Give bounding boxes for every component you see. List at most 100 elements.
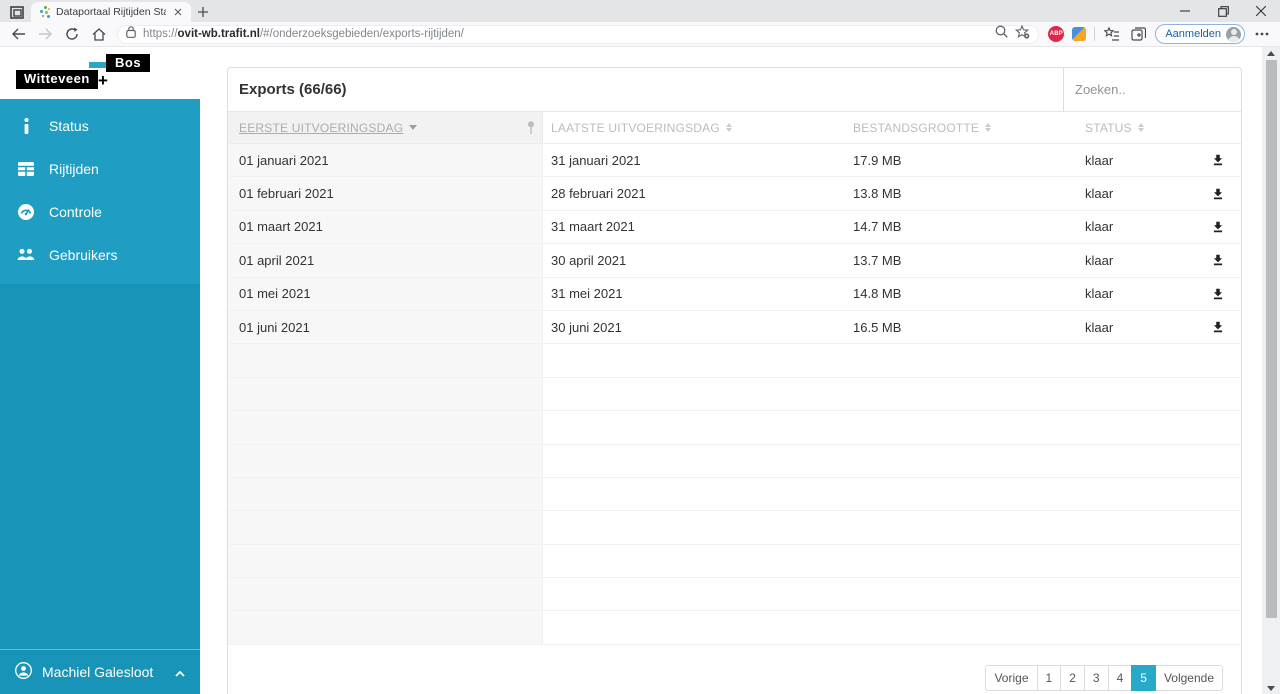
- empty-table-row: [228, 545, 1241, 578]
- users-icon: [17, 248, 35, 261]
- empty-table-row: [228, 378, 1241, 411]
- sidebar-item-label: Controle: [49, 204, 102, 220]
- empty-table-row: [228, 578, 1241, 611]
- cell-laatste: 30 juni 2021: [543, 311, 845, 343]
- scrollbar-down-icon[interactable]: [1262, 682, 1280, 694]
- url-text: https://ovit-wb.trafit.nl/#/onderzoeksge…: [143, 28, 988, 40]
- pin-icon[interactable]: [527, 121, 535, 138]
- pagination-page-1[interactable]: 1: [1037, 665, 1062, 691]
- sort-both-icon: [1138, 123, 1144, 132]
- cell-grootte: 17.9 MB: [845, 144, 1075, 176]
- tab-actions-menu-icon[interactable]: [5, 2, 29, 22]
- window-close-button[interactable]: [1242, 0, 1280, 22]
- settings-more-icon[interactable]: [1253, 25, 1271, 43]
- sidebar-user-menu[interactable]: Machiel Galesloot: [0, 649, 200, 694]
- cell-eerste: 01 maart 2021: [228, 211, 543, 243]
- scrollbar-up-icon[interactable]: [1262, 47, 1280, 59]
- sidebar-item-rijtijden[interactable]: Rijtijden: [0, 147, 200, 190]
- column-header-eerste-uitvoeringsdag[interactable]: EERSTE UITVOERINGSDAG: [228, 112, 543, 143]
- lock-icon[interactable]: [126, 25, 136, 43]
- page-scrollbar[interactable]: [1262, 47, 1280, 694]
- pagination-next-button[interactable]: Volgende: [1155, 665, 1223, 691]
- user-name: Machiel Galesloot: [42, 664, 153, 680]
- pagination-prev-button[interactable]: Vorige: [985, 665, 1037, 691]
- empty-table-row: [228, 411, 1241, 444]
- favorite-star-icon[interactable]: [1015, 25, 1030, 44]
- download-icon[interactable]: [1207, 183, 1229, 205]
- info-icon: [17, 118, 35, 134]
- user-avatar-icon: [15, 662, 32, 682]
- logo-bos-text: Bos: [106, 54, 150, 72]
- collections-icon[interactable]: [1129, 25, 1147, 43]
- cell-laatste: 31 januari 2021: [543, 144, 845, 176]
- sidebar-item-status[interactable]: Status: [0, 104, 200, 147]
- cell-status: klaar: [1075, 211, 1195, 243]
- logo-plus-text: +: [98, 71, 108, 91]
- column-header-bestandsgrootte[interactable]: BESTANDSGROOTTE: [845, 112, 1075, 143]
- sidebar-item-gebruikers[interactable]: Gebruikers: [0, 233, 200, 276]
- window-restore-button[interactable]: [1204, 0, 1242, 22]
- browser-tab[interactable]: Dataportaal Rijtijden Stadsregio: [31, 2, 191, 22]
- table-row: 01 juni 2021 30 juni 2021 16.5 MB klaar: [228, 311, 1241, 344]
- address-bar[interactable]: https://ovit-wb.trafit.nl/#/onderzoeksge…: [117, 25, 1039, 44]
- column-header-status[interactable]: STATUS: [1075, 112, 1195, 143]
- cell-grootte: 13.8 MB: [845, 177, 1075, 209]
- table-footer: Vorige 1 2 3 4 5 Volgende: [228, 645, 1241, 694]
- page-title: Exports (66/66): [228, 68, 1063, 111]
- zoom-icon[interactable]: [995, 25, 1008, 43]
- column-header-laatste-uitvoeringsdag[interactable]: LAATSTE UITVOERINGSDAG: [543, 112, 845, 143]
- download-icon[interactable]: [1207, 216, 1229, 238]
- sidebar-item-controle[interactable]: Controle: [0, 190, 200, 233]
- pagination-page-5-active[interactable]: 5: [1131, 665, 1156, 691]
- empty-table-row: [228, 445, 1241, 478]
- extension-icon[interactable]: [1072, 27, 1086, 41]
- search-box: [1063, 68, 1241, 111]
- cell-laatste: 28 februari 2021: [543, 177, 845, 209]
- cell-status: klaar: [1075, 311, 1195, 343]
- cell-grootte: 14.7 MB: [845, 211, 1075, 243]
- sidebar: Bos + Witteveen Status Rijtijden: [0, 47, 200, 694]
- signin-button[interactable]: Aanmelden: [1155, 24, 1245, 44]
- table-icon: [17, 162, 35, 176]
- back-icon[interactable]: [9, 25, 27, 43]
- cell-grootte: 13.7 MB: [845, 244, 1075, 276]
- pagination-page-3[interactable]: 3: [1084, 665, 1109, 691]
- download-icon[interactable]: [1207, 149, 1229, 171]
- sidebar-item-label: Status: [49, 118, 89, 134]
- column-header-download: [1195, 112, 1241, 143]
- new-tab-button[interactable]: [191, 2, 215, 22]
- window-minimize-button[interactable]: [1166, 0, 1204, 22]
- favorites-hub-icon[interactable]: [1103, 25, 1121, 43]
- empty-table-row: [228, 344, 1241, 377]
- pagination: Vorige 1 2 3 4 5 Volgende: [985, 665, 1223, 691]
- home-icon[interactable]: [90, 25, 108, 43]
- scrollbar-thumb[interactable]: [1266, 60, 1277, 618]
- download-icon[interactable]: [1207, 283, 1229, 305]
- empty-table-row: [228, 611, 1241, 644]
- signin-label: Aanmelden: [1165, 28, 1221, 40]
- cell-laatste: 30 april 2021: [543, 244, 845, 276]
- refresh-icon[interactable]: [63, 25, 81, 43]
- download-icon[interactable]: [1207, 316, 1229, 338]
- cell-eerste: 01 april 2021: [228, 244, 543, 276]
- empty-table-row: [228, 511, 1241, 544]
- adblock-extension-icon[interactable]: ABP: [1048, 26, 1064, 42]
- cell-grootte: 16.5 MB: [845, 311, 1075, 343]
- cell-laatste: 31 maart 2021: [543, 211, 845, 243]
- forward-icon[interactable]: [36, 25, 54, 43]
- cell-grootte: 14.8 MB: [845, 278, 1075, 310]
- download-icon[interactable]: [1207, 249, 1229, 271]
- table-row: 01 mei 2021 31 mei 2021 14.8 MB klaar: [228, 278, 1241, 311]
- table-row: 01 januari 2021 31 januari 2021 17.9 MB …: [228, 144, 1241, 177]
- search-input[interactable]: [1064, 82, 1241, 97]
- logo-accent-block: [89, 62, 107, 68]
- tab-close-icon[interactable]: [171, 5, 185, 19]
- pagination-page-4[interactable]: 4: [1108, 665, 1133, 691]
- table-body: 01 januari 2021 31 januari 2021 17.9 MB …: [228, 144, 1241, 645]
- sidebar-item-label: Rijtijden: [49, 161, 99, 177]
- pagination-page-2[interactable]: 2: [1060, 665, 1085, 691]
- logo-witteveen-text: Witteveen: [16, 70, 98, 89]
- chevron-up-icon: [175, 664, 185, 680]
- sidebar-item-label: Gebruikers: [49, 247, 117, 263]
- tab-title: Dataportaal Rijtijden Stadsregio: [56, 6, 166, 18]
